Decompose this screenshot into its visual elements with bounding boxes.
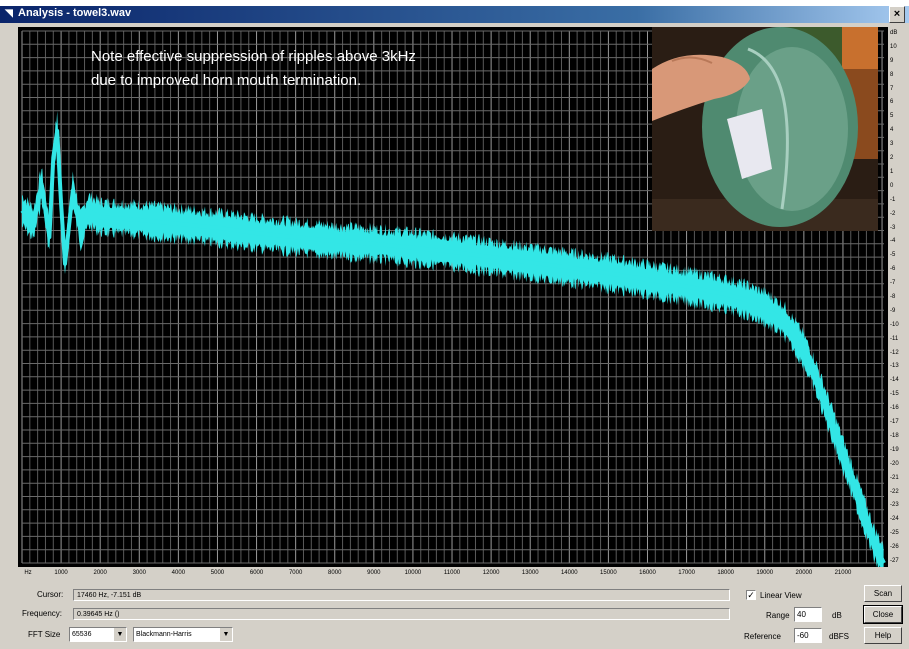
range-unit: dB	[832, 611, 842, 620]
y-tick-label: -22	[890, 488, 899, 495]
window-function-select[interactable]: Blackmann-Harris ▼	[133, 627, 233, 642]
y-tick-label: -9	[890, 307, 896, 314]
y-tick-label: 0	[890, 182, 894, 189]
x-tick-label: 17000	[678, 570, 695, 576]
x-tick-label: 5000	[210, 570, 225, 576]
y-tick-label: -4	[890, 238, 896, 245]
y-tick-label: -18	[890, 432, 899, 439]
y-tick-label: dB	[890, 30, 898, 36]
y-tick-label: -5	[890, 252, 896, 259]
x-tick-label: 18000	[717, 570, 735, 576]
y-tick-label: -1	[890, 196, 896, 203]
linear-view-checkbox[interactable]: ✓	[746, 590, 756, 600]
x-tick-label: 13000	[521, 570, 539, 576]
reference-unit: dBFS	[829, 632, 850, 641]
window-function-value: Blackmann-Harris	[136, 631, 192, 638]
chevron-down-icon: ▼	[113, 628, 126, 641]
y-tick-label: -27	[890, 558, 899, 564]
y-tick-label: 10	[890, 43, 897, 50]
cursor-label: Cursor:	[37, 590, 64, 599]
x-tick-label: 19000	[756, 570, 774, 576]
window-title: Analysis - towel3.wav	[18, 7, 132, 19]
x-tick-label: 6000	[249, 570, 264, 576]
annotation-line-1: Note effective suppression of ripples ab…	[91, 48, 416, 65]
frequency-label: Frequency:	[22, 609, 63, 618]
x-tick-label: 8000	[328, 570, 342, 576]
y-axis-labels: dB 10 9 8 7 6 5 4 3 2 1 0 -1 -2 -3 -4 -5 -6 -7 -8 -9 -10 -11 -1…	[888, 27, 909, 567]
reference-label: Reference	[744, 632, 781, 641]
y-tick-label: -23	[890, 502, 899, 509]
x-tick-label: 10000	[404, 570, 422, 576]
app-icon: ◥	[5, 8, 13, 19]
x-axis-labels: Hz 1000 2000 3000 4000 5000 6000 7000 8000 9000 10…	[18, 567, 888, 583]
x-tick-label: 9000	[367, 570, 381, 576]
x-tick-label: 4000	[171, 570, 186, 576]
x-tick-label: 16000	[639, 570, 656, 576]
y-tick-label: -15	[890, 391, 899, 398]
y-tick-label: 7	[890, 85, 894, 92]
linear-view-label: Linear View	[760, 591, 802, 600]
x-tick-label: 1000	[54, 570, 68, 576]
y-tick-label: -6	[890, 266, 896, 273]
towel-photo	[652, 27, 878, 231]
close-button[interactable]: Close	[863, 605, 903, 624]
y-tick-label: -19	[890, 446, 899, 453]
y-tick-label: -21	[890, 474, 899, 481]
y-tick-label: 8	[890, 71, 894, 78]
x-tick-label: 12000	[482, 570, 500, 576]
y-tick-label: -2	[890, 210, 896, 217]
y-tick-label: 3	[890, 141, 894, 148]
y-tick-label: 5	[890, 113, 894, 120]
y-tick-label: -24	[890, 516, 899, 523]
x-tick-label: 11000	[443, 570, 461, 576]
window-close-button[interactable]: ×	[889, 6, 905, 23]
cursor-readout: 17460 Hz, -7.151 dB	[73, 589, 730, 601]
annotation-note: Note effective suppression of ripples ab…	[91, 45, 416, 93]
y-tick-label: -20	[890, 460, 899, 467]
y-tick-label: -13	[890, 363, 899, 370]
y-tick-label: -7	[890, 280, 896, 287]
y-tick-label: -3	[890, 224, 896, 231]
x-tick-label: 20000	[795, 570, 813, 576]
title-bar: ◥ Analysis - towel3.wav ×	[0, 6, 909, 23]
y-tick-label: -26	[890, 544, 899, 551]
y-tick-label: -12	[890, 349, 899, 356]
y-tick-label: -11	[890, 335, 899, 342]
frequency-readout: 0.39645 Hz ()	[73, 608, 730, 620]
annotation-line-2: due to improved horn mouth termination.	[91, 72, 362, 89]
range-input[interactable]: 40	[794, 607, 822, 622]
x-tick-label: 3000	[132, 570, 146, 576]
y-tick-label: 1	[890, 168, 894, 175]
y-tick-label: 2	[890, 155, 894, 162]
y-tick-label: -17	[890, 419, 899, 426]
y-tick-label: 6	[890, 99, 894, 106]
fft-size-value: 65536	[72, 631, 92, 638]
x-tick-label: 21000	[834, 570, 852, 576]
check-icon: ✓	[747, 590, 755, 600]
y-tick-label: -25	[890, 530, 899, 537]
x-tick-label: Hz	[24, 570, 32, 576]
scan-button[interactable]: Scan	[864, 585, 902, 602]
y-tick-label: -8	[890, 294, 896, 300]
reference-input[interactable]: -60	[794, 628, 822, 643]
x-tick-label: 7000	[288, 570, 303, 576]
fft-size-select[interactable]: 65536 ▼	[69, 627, 127, 642]
y-tick-label: -10	[890, 321, 899, 328]
help-button[interactable]: Help	[864, 627, 902, 644]
y-tick-label: -14	[890, 377, 899, 384]
y-tick-label: 4	[890, 127, 894, 134]
y-tick-label: -16	[890, 405, 899, 412]
fft-size-label: FFT Size	[28, 630, 61, 639]
y-tick-label: 9	[890, 57, 894, 64]
x-tick-label: 15000	[600, 570, 617, 576]
x-tick-label: 14000	[560, 570, 578, 576]
range-label: Range	[766, 611, 790, 620]
x-tick-label: 2000	[93, 570, 107, 576]
chevron-down-icon: ▼	[219, 628, 232, 641]
spectrum-plot[interactable]: Note effective suppression of ripples ab…	[18, 27, 888, 567]
